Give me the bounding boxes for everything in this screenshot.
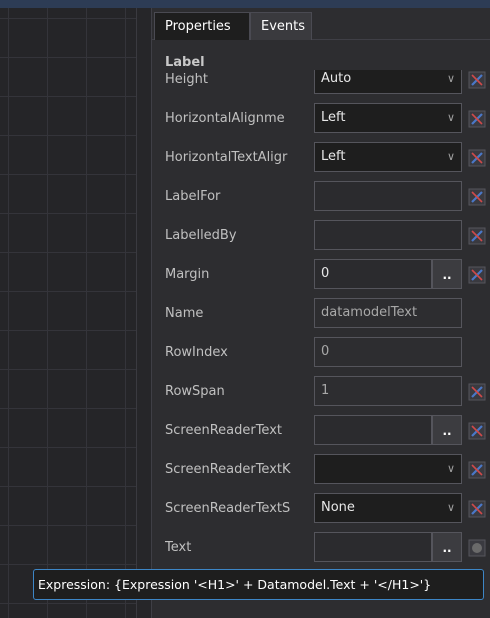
property-name: RowSpan	[165, 384, 225, 399]
property-row: LabelFor	[152, 177, 490, 216]
chevron-down-icon[interactable]: ∨	[447, 104, 455, 132]
property-name: ScreenReaderTextK	[165, 462, 291, 477]
reset-to-default-icon[interactable]	[468, 266, 486, 284]
property-value: 0	[321, 344, 330, 359]
panel-tabs: Properties Events	[152, 8, 490, 40]
property-dropdown[interactable]: ∨	[314, 454, 462, 484]
property-row: Text..	[152, 528, 490, 567]
property-name: ScreenReaderTextS	[165, 501, 291, 516]
property-row: HorizontalAlignme Left ∨	[152, 99, 490, 138]
property-row: RowIndex 0	[152, 333, 490, 372]
property-dropdown[interactable]: Left ∨	[314, 103, 462, 133]
property-value: 1	[321, 383, 330, 398]
property-value-field[interactable]: 0	[314, 259, 432, 289]
chevron-down-icon[interactable]: ∨	[447, 455, 455, 483]
designer-canvas-edge	[136, 8, 151, 618]
property-value: Left	[321, 110, 346, 125]
property-value-field[interactable]	[314, 415, 432, 445]
property-row: LabelledBy	[152, 216, 490, 255]
tab-events[interactable]: Events	[250, 12, 312, 40]
property-row: Margin 0..	[152, 255, 490, 294]
expression-tooltip: Expression: {Expression '<H1>' + Datamod…	[33, 569, 484, 600]
property-row: ScreenReaderTextS None ∨	[152, 489, 490, 528]
properties-panel: Properties Events Label Height Auto ∨ Horiz…	[151, 8, 490, 618]
reset-to-default-icon[interactable]	[468, 539, 486, 557]
property-value-field[interactable]	[314, 532, 432, 562]
property-row: RowSpan 1	[152, 372, 490, 411]
property-grid: Height Auto ∨ HorizontalAlignme Left ∨ Horizon…	[152, 70, 490, 618]
property-name: Height	[165, 72, 208, 87]
property-name: Name	[165, 306, 204, 321]
property-value-field: 0	[314, 337, 462, 367]
property-value: 0	[321, 266, 330, 281]
reset-to-default-icon[interactable]	[468, 227, 486, 245]
reset-to-default-icon[interactable]	[468, 149, 486, 167]
chevron-down-icon[interactable]: ∨	[447, 143, 455, 171]
chevron-down-icon[interactable]: ∨	[447, 494, 455, 522]
property-value: None	[321, 500, 355, 515]
property-row: HorizontalTextAligr Left ∨	[152, 138, 490, 177]
property-name: LabelledBy	[165, 228, 237, 243]
property-value: Auto	[321, 71, 352, 86]
property-value-field[interactable]	[314, 181, 462, 211]
property-row: ScreenReaderText..	[152, 411, 490, 450]
reset-to-default-icon[interactable]	[468, 71, 486, 89]
property-name: Text	[165, 540, 192, 555]
property-value-field[interactable]	[314, 220, 462, 250]
reset-to-default-icon[interactable]	[468, 188, 486, 206]
property-dropdown[interactable]: Left ∨	[314, 142, 462, 172]
designer-canvas[interactable]	[0, 8, 151, 618]
property-value-field: datamodelText	[314, 298, 462, 328]
ellipsis-button[interactable]: ..	[432, 532, 462, 562]
ellipsis-button[interactable]: ..	[432, 259, 462, 289]
property-name: Margin	[165, 267, 210, 282]
property-name: LabelFor	[165, 189, 221, 204]
property-name: HorizontalAlignme	[165, 111, 285, 126]
property-value: datamodelText	[321, 305, 418, 320]
reset-to-default-icon[interactable]	[468, 110, 486, 128]
property-row: Name datamodelText	[152, 294, 490, 333]
property-value-field: 1	[314, 376, 462, 406]
property-dropdown[interactable]: None ∨	[314, 493, 462, 523]
chevron-down-icon[interactable]: ∨	[447, 70, 455, 93]
property-row: Height Auto ∨	[152, 70, 490, 99]
property-name: HorizontalTextAligr	[165, 150, 288, 165]
reset-to-default-icon[interactable]	[468, 422, 486, 440]
section-title: Label	[165, 55, 205, 70]
property-value: Left	[321, 149, 346, 164]
reset-to-default-icon[interactable]	[468, 383, 486, 401]
property-row: ScreenReaderTextK ∨	[152, 450, 490, 489]
reset-to-default-icon[interactable]	[468, 461, 486, 479]
reset-to-default-icon[interactable]	[468, 500, 486, 518]
property-dropdown[interactable]: Auto ∨	[314, 70, 462, 94]
property-name: RowIndex	[165, 345, 228, 360]
ellipsis-button[interactable]: ..	[432, 415, 462, 445]
tab-properties[interactable]: Properties	[154, 12, 250, 40]
top-window-bar	[0, 0, 490, 8]
property-name: ScreenReaderText	[165, 423, 282, 438]
